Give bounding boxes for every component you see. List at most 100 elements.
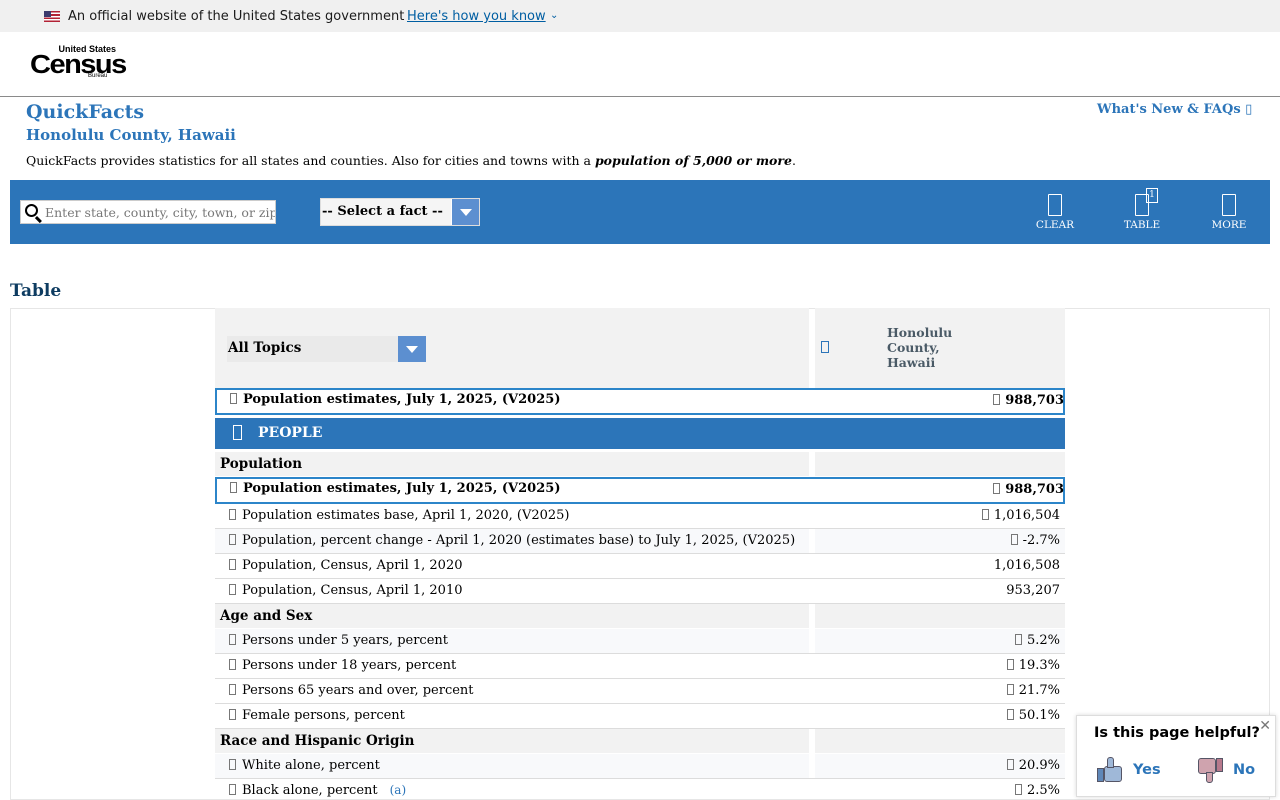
thumbs-down-icon: [1196, 756, 1224, 784]
info-icon[interactable]: [229, 709, 236, 720]
category-row: Population: [215, 452, 1065, 477]
row-value-text: 5.2%: [1026, 633, 1060, 648]
row-value: 21.7%: [815, 679, 1065, 703]
info-icon[interactable]: [1006, 709, 1014, 720]
table-row[interactable]: Black alone, percent (a) 2.5%: [215, 779, 1065, 800]
info-icon[interactable]: [1014, 634, 1022, 645]
row-label: Persons under 5 years, percent: [215, 629, 809, 653]
topic-select[interactable]: All Topics: [227, 336, 426, 362]
close-icon[interactable]: ✕: [1259, 718, 1271, 734]
table-row[interactable]: Population, Census, April 1, 2010 953,20…: [215, 579, 1065, 604]
geography-title: Honolulu County, Hawaii: [26, 126, 236, 144]
row-label: Persons under 18 years, percent: [215, 654, 809, 678]
table-row-highlight[interactable]: Population estimates, July 1, 2025, (V20…: [215, 388, 1065, 415]
row-value: 1,016,504: [815, 504, 1065, 528]
clear-label: CLEAR: [1035, 219, 1075, 231]
info-icon[interactable]: [1014, 784, 1022, 795]
description-emphasis: population of 5,000 or more: [594, 153, 792, 168]
info-icon[interactable]: [229, 659, 236, 670]
table-row[interactable]: Female persons, percent 50.1%: [215, 704, 1065, 729]
table-row[interactable]: Persons under 5 years, percent 5.2%: [215, 629, 1065, 654]
info-icon[interactable]: [1006, 684, 1014, 695]
row-value: 988,703: [817, 390, 1067, 414]
table-row[interactable]: Population, Census, April 1, 2020 1,016,…: [215, 554, 1065, 579]
row-value-text: 2.5%: [1026, 783, 1060, 798]
fact-select[interactable]: -- Select a fact --: [320, 198, 480, 226]
info-icon[interactable]: [230, 393, 237, 404]
table-row[interactable]: White alone, percent 20.9%: [215, 754, 1065, 779]
row-value-text: 50.1%: [1018, 708, 1060, 723]
table-label: TABLE: [1123, 219, 1161, 231]
category-row: Age and Sex: [215, 604, 1065, 629]
info-icon[interactable]: [993, 394, 1001, 405]
description-prefix: QuickFacts provides statistics for all s…: [26, 153, 595, 168]
logo-line-bureau: Bureau: [88, 73, 108, 79]
info-icon[interactable]: [993, 483, 1001, 494]
page-description: QuickFacts provides statistics for all s…: [26, 153, 796, 168]
feedback-no-button[interactable]: No: [1196, 756, 1255, 784]
row-value-text: 20.9%: [1018, 758, 1060, 773]
footnote-link[interactable]: (a): [390, 783, 407, 797]
more-button[interactable]: MORE: [1199, 194, 1259, 231]
row-value: 50.1%: [815, 704, 1065, 728]
chevron-down-icon[interactable]: ⌄: [550, 10, 558, 21]
chevron-down-icon[interactable]: [451, 199, 479, 225]
info-icon[interactable]: [229, 759, 236, 770]
info-icon[interactable]: [1006, 759, 1014, 770]
row-value: 988,703: [817, 479, 1067, 503]
table-header: All Topics Honolulu County, Hawaii: [215, 308, 1065, 388]
info-icon[interactable]: [981, 509, 989, 520]
row-label: Population estimates, July 1, 2025, (V20…: [217, 390, 811, 414]
row-value: 19.3%: [815, 654, 1065, 678]
table-row[interactable]: Persons 65 years and over, percent 21.7%: [215, 679, 1065, 704]
row-label-text: Persons 65 years and over, percent: [242, 683, 474, 698]
heres-how-you-know-link[interactable]: Here's how you know: [407, 9, 546, 24]
info-icon[interactable]: [230, 482, 237, 493]
clear-button[interactable]: CLEAR: [1025, 194, 1085, 231]
census-logo[interactable]: United States Census Bureau: [30, 44, 127, 82]
row-label: White alone, percent: [215, 754, 809, 778]
info-icon[interactable]: [229, 784, 236, 795]
topic-select-value: All Topics: [228, 340, 302, 356]
row-label-text: Population, percent change - April 1, 20…: [242, 533, 796, 548]
chevron-down-icon[interactable]: [398, 336, 426, 362]
info-icon[interactable]: [229, 634, 236, 645]
info-icon[interactable]: [229, 584, 236, 595]
info-icon[interactable]: [1006, 659, 1014, 670]
row-label-text: Female persons, percent: [242, 708, 405, 723]
table-row-highlight[interactable]: Population estimates, July 1, 2025, (V20…: [215, 477, 1065, 504]
people-section-header[interactable]: PEOPLE: [215, 418, 1065, 449]
section-title: Table: [10, 281, 62, 301]
more-icon: [1222, 194, 1236, 216]
info-icon[interactable]: [229, 684, 236, 695]
row-value: -2.7%: [815, 529, 1065, 553]
thumbs-up-icon: [1096, 756, 1124, 784]
info-icon[interactable]: [229, 559, 236, 570]
feedback-yes-button[interactable]: Yes: [1096, 756, 1161, 784]
row-label: Population, percent change - April 1, 20…: [215, 529, 809, 553]
search-box[interactable]: [20, 200, 276, 224]
info-icon[interactable]: [1010, 534, 1018, 545]
us-flag-icon: [44, 11, 60, 22]
row-value-text: -2.7%: [1022, 533, 1060, 548]
table-button[interactable]: 1 TABLE: [1112, 188, 1172, 231]
whats-new-label: What's New & FAQs: [1097, 102, 1241, 117]
description-suffix: .: [791, 153, 796, 168]
table-row[interactable]: Population estimates base, April 1, 2020…: [215, 504, 1065, 529]
people-icon: [233, 425, 242, 440]
table-row[interactable]: Persons under 18 years, percent 19.3%: [215, 654, 1065, 679]
row-label-text: Population estimates, July 1, 2025, (V20…: [243, 481, 561, 496]
info-icon[interactable]: [229, 534, 236, 545]
header-divider: [0, 96, 1280, 97]
info-icon[interactable]: [229, 509, 236, 520]
external-link-icon: ▯: [1245, 102, 1253, 117]
gov-banner-text: An official website of the United States…: [68, 9, 405, 24]
feedback-no-label: No: [1233, 762, 1256, 778]
table-row[interactable]: Population, percent change - April 1, 20…: [215, 529, 1065, 554]
row-label: Population estimates, July 1, 2025, (V20…: [217, 479, 811, 503]
info-icon[interactable]: [821, 341, 829, 353]
row-label-text: Population, Census, April 1, 2010: [242, 583, 463, 598]
row-value-text: 1,016,504: [993, 508, 1060, 523]
search-input[interactable]: [45, 203, 275, 221]
whats-new-link[interactable]: What's New & FAQs ▯: [1097, 102, 1252, 117]
